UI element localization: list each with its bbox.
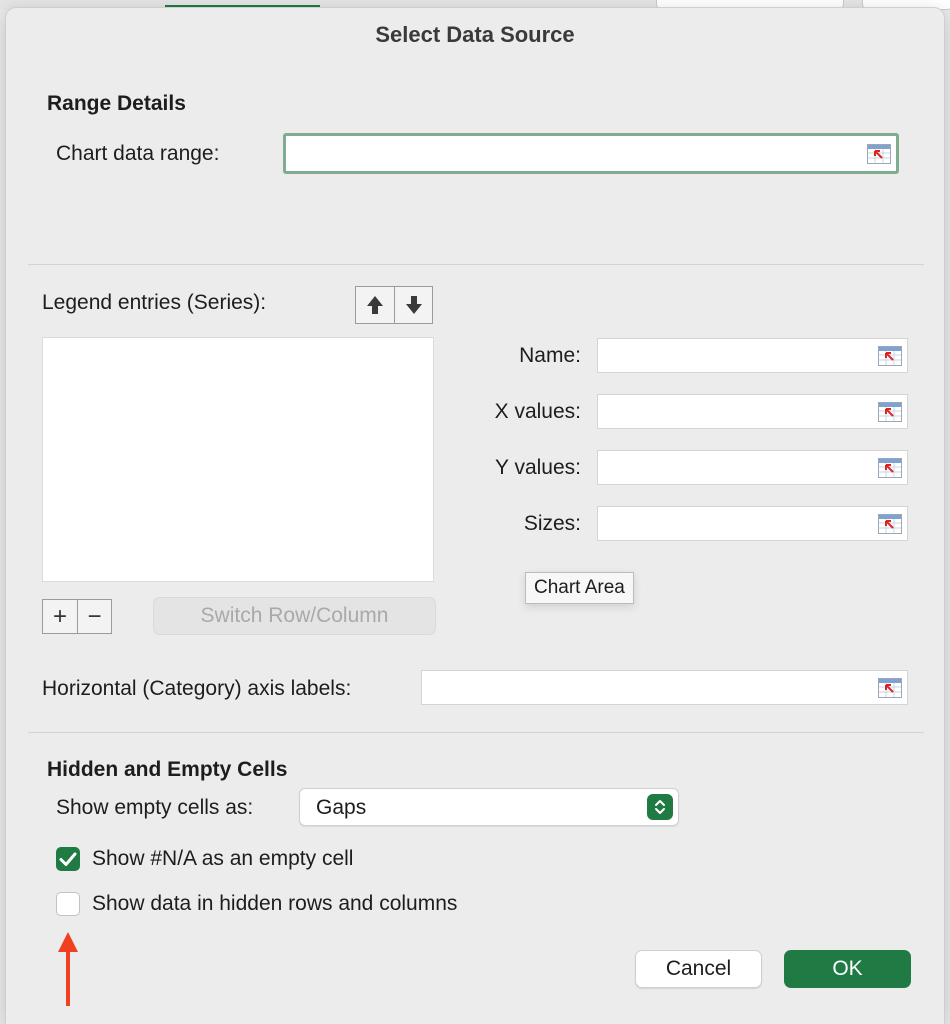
move-down-button[interactable] — [394, 287, 432, 323]
add-remove-series-control: + − — [42, 599, 112, 634]
divider — [28, 732, 924, 733]
remove-series-button[interactable]: − — [77, 600, 111, 633]
series-list[interactable] — [42, 337, 434, 582]
x-values-input[interactable] — [597, 394, 908, 429]
range-details-heading: Range Details — [47, 92, 186, 115]
checkmark-icon — [59, 852, 77, 866]
show-empty-select[interactable]: Gaps — [299, 788, 679, 826]
axis-labels-label: Horizontal (Category) axis labels: — [42, 677, 352, 700]
chart-area-tooltip: Chart Area — [525, 572, 634, 604]
show-na-checkbox[interactable] — [56, 847, 80, 871]
add-series-button[interactable]: + — [43, 600, 77, 633]
y-values-input[interactable] — [597, 450, 908, 485]
annotation-arrow-icon — [58, 932, 78, 1006]
range-picker-icon[interactable] — [878, 457, 902, 478]
select-data-source-dialog: Select Data Source Range Details Chart d… — [6, 8, 944, 1024]
range-picker-icon[interactable] — [878, 513, 902, 534]
range-picker-icon[interactable] — [878, 677, 902, 698]
range-picker-icon[interactable] — [878, 401, 902, 422]
move-up-button[interactable] — [356, 287, 394, 323]
arrow-up-icon — [367, 296, 383, 314]
axis-labels-input[interactable] — [421, 670, 908, 705]
series-order-control — [355, 286, 433, 324]
show-na-label: Show #N/A as an empty cell — [92, 847, 354, 870]
show-hidden-label: Show data in hidden rows and columns — [92, 892, 458, 915]
chart-data-range-label: Chart data range: — [56, 142, 220, 165]
hidden-empty-heading: Hidden and Empty Cells — [47, 758, 288, 781]
x-values-label: X values: — [494, 400, 581, 423]
chart-data-range-input[interactable] — [283, 133, 899, 174]
stepper-icon — [647, 794, 673, 820]
name-label: Name: — [519, 344, 581, 367]
arrow-down-icon — [405, 296, 422, 314]
series-name-input[interactable] — [597, 338, 908, 373]
show-hidden-checkbox[interactable] — [56, 892, 80, 916]
switch-row-column-button[interactable]: Switch Row/Column — [153, 597, 436, 635]
sizes-input[interactable] — [597, 506, 908, 541]
range-picker-icon[interactable] — [867, 143, 891, 164]
cancel-button[interactable]: Cancel — [635, 950, 762, 988]
legend-entries-label: Legend entries (Series): — [42, 291, 267, 314]
show-empty-value: Gaps — [316, 796, 367, 819]
range-picker-icon[interactable] — [878, 345, 902, 366]
ok-button[interactable]: OK — [784, 950, 911, 988]
y-values-label: Y values: — [495, 456, 581, 479]
divider — [28, 264, 924, 265]
show-empty-label: Show empty cells as: — [56, 796, 254, 819]
dialog-title: Select Data Source — [375, 22, 575, 47]
sizes-label: Sizes: — [523, 512, 581, 535]
